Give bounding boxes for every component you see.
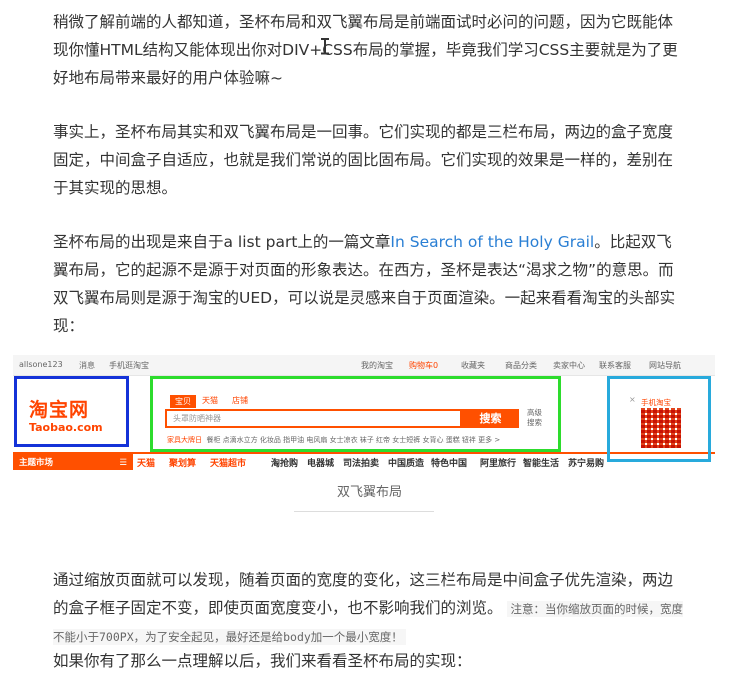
topbar-fav: 收藏夹 [461,361,485,370]
topbar-my: 我的淘宝 [361,361,393,370]
origin-paragraph: 圣杯布局的出现是来自于a list part上的一篇文章In Search of… [53,228,683,340]
nav-item-qiang: 淘抢购 [271,459,299,469]
nav-item-zhizao: 中国质造 [388,459,425,469]
nav-item-suning: 苏宁易购 [568,459,605,469]
holy-grail-link[interactable]: In Search of the Holy Grail [390,233,594,251]
topbar-user: allsone123 [19,360,63,369]
next-paragraph: 如果你有了那么一点理解以后，我们来看看圣杯布局的实现： [53,652,472,670]
topbar-cart: 购物车0 [409,361,439,370]
zoom-paragraph: 通过缩放页面就可以发现，随着页面的宽度的变化，这三栏布局是中间盒子优先渲染，两边… [53,566,683,650]
nav-item-juhuasuan: 聚划算 [169,459,197,469]
topbar-msg: 消息 [79,361,95,370]
right-column-box [607,376,711,462]
nav-item-sifa: 司法拍卖 [343,459,380,469]
topbar-service: 联系客服 [599,361,631,370]
same-thing-paragraph: 事实上，圣杯布局其实和双飞翼布局是一回事。它们实现的都是三栏布局，两边的盒子宽度… [53,123,674,197]
topbar-mobile: 手机逛淘宝 [109,361,149,370]
origin-text-before: 圣杯布局的出现是来自于a list part上的一篇文章 [53,233,391,251]
nav-item-lvxing: 阿里旅行 [480,459,517,469]
nav-item-tese: 特色中国 [431,459,468,469]
nav-main-market: 主题市场 ☰ [13,454,133,470]
taobao-header-figure: allsone123 消息 手机逛淘宝 我的淘宝 购物车0 收藏夹 商品分类 卖… [13,355,715,470]
center-column-box [150,376,561,452]
nav-item-tmall: 天猫 [137,459,156,469]
topbar-sitemap: 网站导航 [649,361,681,370]
caption-divider [294,511,434,512]
topbar-seller: 卖家中心 [553,361,585,370]
nav-item-tmall-market: 天猫超市 [210,459,247,469]
nav-item-dianqi: 电器城 [307,459,335,469]
left-column-box [14,376,129,447]
intro-paragraph: 稍微了解前端的人都知道，圣杯布局和双飞翼布局是前端面试时必问的问题，因为它既能体… [53,13,678,87]
taobao-topbar: allsone123 消息 手机逛淘宝 我的淘宝 购物车0 收藏夹 商品分类 卖… [13,355,715,376]
topbar-cat: 商品分类 [505,361,537,370]
figure-caption: 双飞翼布局 [336,485,402,500]
text-cursor-icon [321,38,329,54]
nav-item-zhineng: 智能生活 [523,459,560,469]
